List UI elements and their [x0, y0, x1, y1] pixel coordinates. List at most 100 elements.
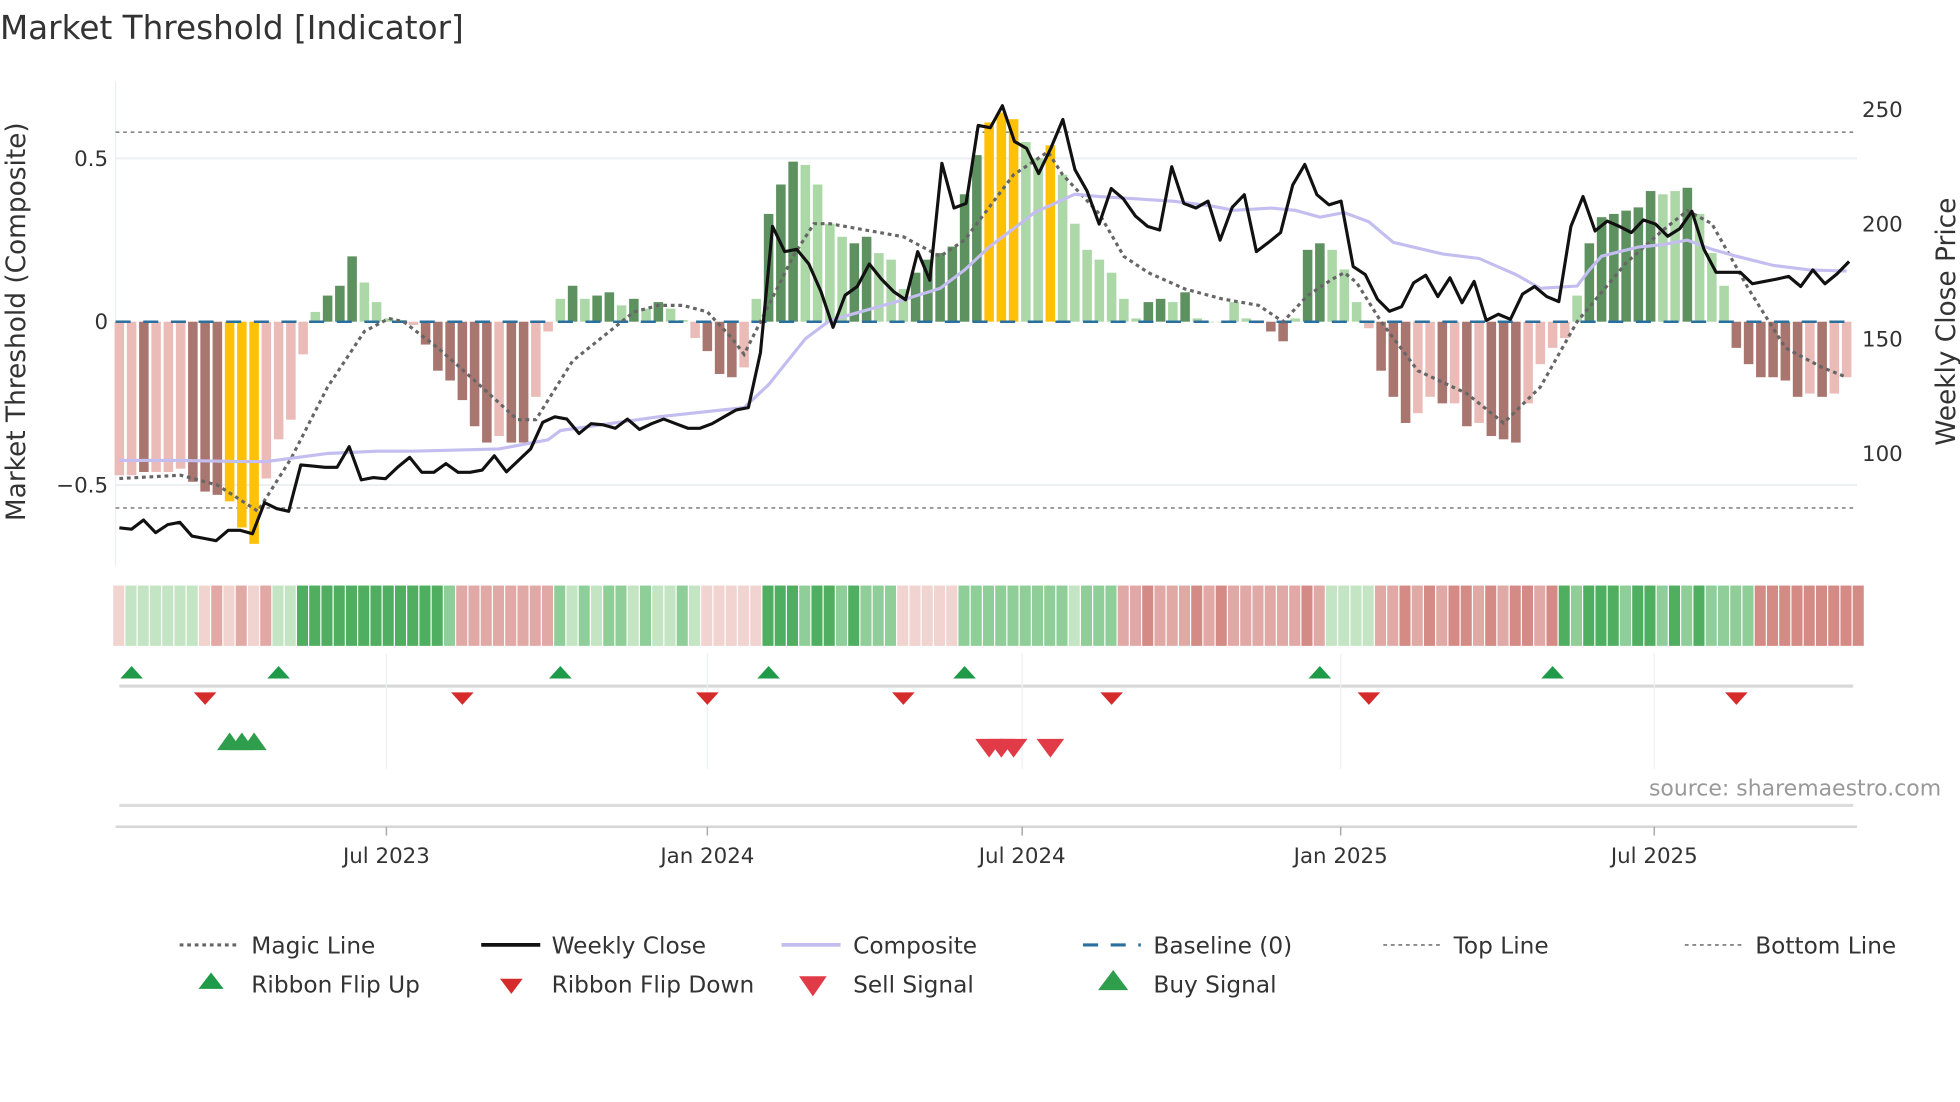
histogram-bar: [114, 321, 125, 476]
ribbon-cell: [786, 585, 799, 646]
histogram-bar: [1021, 142, 1031, 322]
legend: Magic Line Weekly Close Composite Baseli…: [179, 933, 1896, 999]
histogram-bar: [1266, 321, 1276, 332]
legend-baseline: Baseline (0): [1153, 933, 1292, 960]
histogram-bar: [298, 321, 308, 355]
ribbon-cell: [394, 585, 407, 646]
ribbon-cell: [737, 585, 750, 646]
ribbon-cell: [1362, 585, 1374, 646]
ribbon-cell: [1583, 585, 1595, 646]
right-tick-label: 200: [1862, 213, 1903, 238]
histogram-bar: [371, 302, 382, 322]
histogram-bar: [1743, 321, 1754, 365]
legend-flip-up-icon: [198, 972, 224, 989]
ribbon-cell: [946, 585, 958, 646]
histogram-bar: [457, 321, 468, 401]
histogram-bar: [1572, 295, 1582, 322]
ribbon-cell: [137, 585, 149, 646]
histogram-bar: [1425, 321, 1435, 397]
ribbon-cell: [688, 585, 701, 646]
ribbon-flip-up-marker: [267, 665, 290, 679]
histogram-bar: [543, 321, 553, 332]
x-tick-label: Jan 2024: [658, 844, 754, 869]
histogram-bar: [151, 321, 161, 472]
histogram-bar: [1008, 119, 1019, 322]
left-tick-label: −0.5: [56, 474, 108, 499]
ribbon-cell: [223, 585, 235, 646]
right-tick-label: 150: [1862, 327, 1903, 352]
ribbon-cell: [1840, 585, 1852, 646]
ribbon-cell: [566, 585, 578, 646]
ribbon-cell: [872, 585, 884, 646]
histogram-bar: [126, 321, 137, 476]
ribbon-cell: [1080, 585, 1093, 646]
histogram-bar: [408, 321, 419, 325]
ribbon-cell: [627, 585, 639, 646]
ribbon-flip-up-marker: [549, 665, 572, 679]
histogram-bar: [1033, 158, 1043, 322]
histogram-bar: [1143, 302, 1154, 322]
ribbon-cell: [1607, 585, 1619, 646]
ribbon-cell: [211, 585, 223, 646]
ribbon-cell: [1325, 585, 1338, 646]
ribbon-cell: [1460, 585, 1472, 646]
ribbon-cell: [1546, 585, 1558, 646]
ribbon-cell: [1509, 585, 1521, 646]
ribbon-cell: [431, 585, 443, 646]
ribbon-cell: [982, 585, 995, 646]
histogram-bar: [690, 321, 700, 339]
histogram-bar: [959, 194, 970, 322]
ribbon-cell: [762, 585, 774, 646]
ribbon-cell: [652, 585, 664, 646]
ribbon-cell: [909, 585, 921, 646]
ribbon-cell: [1570, 585, 1583, 646]
ribbon-cell: [1007, 585, 1019, 646]
right-tick-label: 250: [1862, 98, 1903, 123]
legend-close: Weekly Close: [552, 933, 707, 960]
ribbon-cell: [1656, 585, 1668, 646]
ribbon-cell: [1301, 585, 1313, 646]
weekly-close-line: [119, 104, 1851, 543]
ribbon-cell: [1338, 585, 1350, 646]
ribbon-cell: [309, 585, 321, 646]
ribbon-cell: [1791, 585, 1803, 646]
ribbon-cell: [664, 585, 676, 646]
histogram-bar: [139, 321, 149, 472]
left-tick-label: 0: [94, 310, 108, 335]
histogram-bar: [1351, 302, 1362, 322]
ribbon-cell: [1313, 585, 1325, 646]
ribbon-cell: [149, 585, 162, 646]
histogram-bar: [506, 321, 517, 443]
legend-buy-icon: [1098, 970, 1129, 991]
histogram-bar: [580, 298, 590, 322]
ribbon-cell: [186, 585, 198, 646]
ribbon-cell: [456, 585, 468, 646]
histogram-bar: [261, 321, 272, 479]
ribbon-cell: [1264, 585, 1276, 646]
histogram-bar: [310, 311, 321, 322]
ribbon-cell: [1142, 585, 1154, 646]
ribbon-cell: [1448, 585, 1460, 646]
ribbon-cell: [1374, 585, 1387, 646]
ribbon-cell: [1485, 585, 1497, 646]
ribbon-cell: [615, 585, 627, 646]
ribbon-cell: [1154, 585, 1166, 646]
histogram-bar: [200, 321, 210, 492]
ribbon-cell: [1227, 585, 1240, 646]
ribbon-cell: [1779, 585, 1791, 646]
histogram-bar: [1511, 321, 1521, 443]
ribbon-cell: [1558, 585, 1570, 646]
right-axis-label: Weekly Close Price: [1932, 198, 1960, 446]
ribbon-cell: [823, 585, 835, 646]
histogram-bar: [1731, 321, 1742, 348]
x-tick-label: Jul 2025: [1609, 844, 1698, 869]
legend-composite: Composite: [853, 933, 977, 960]
ribbon-cell: [884, 585, 897, 646]
histogram-bar: [175, 321, 186, 469]
histogram-bar: [335, 285, 345, 322]
histogram-bar: [665, 308, 676, 322]
ribbon-flip-down-marker: [1100, 692, 1123, 705]
ribbon-cell: [505, 585, 517, 646]
ribbon-cell: [995, 585, 1007, 646]
legend-top: Top Line: [1453, 933, 1549, 960]
